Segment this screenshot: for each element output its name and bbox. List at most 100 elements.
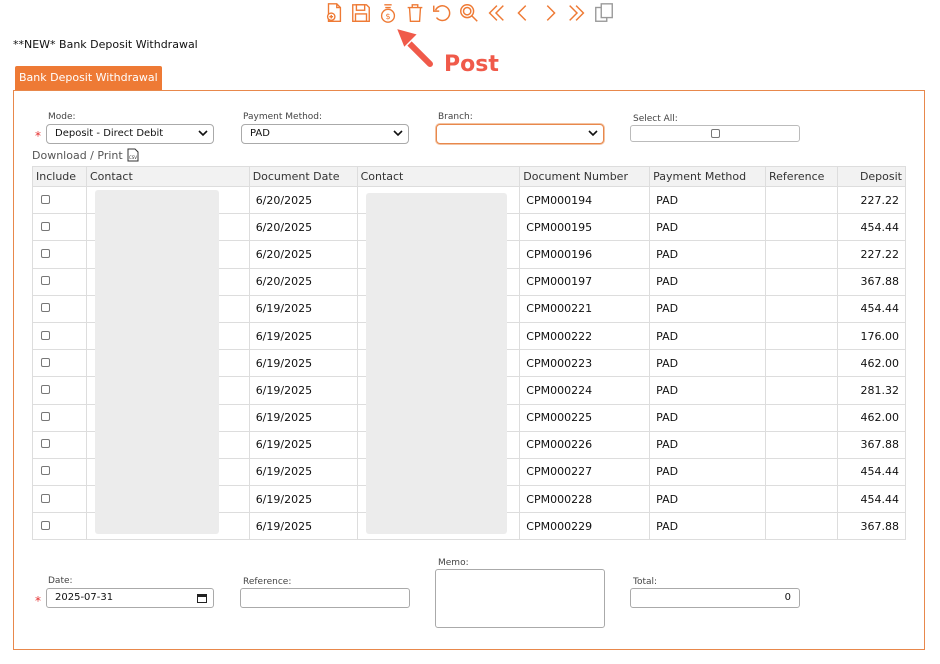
total-label: Total: xyxy=(633,577,658,587)
reference-cell xyxy=(765,430,838,459)
include-checkbox[interactable] xyxy=(41,194,50,204)
page-title: **NEW* Bank Deposit Withdrawal xyxy=(13,38,198,51)
mode-select[interactable]: Deposit - Direct Debit xyxy=(46,124,214,144)
branch-select[interactable] xyxy=(436,124,604,144)
document-number-cell[interactable]: CPM000197 xyxy=(519,267,651,296)
copy-icon[interactable] xyxy=(592,1,615,25)
document-number-cell[interactable]: CPM000223 xyxy=(519,349,651,378)
include-cell xyxy=(32,267,87,296)
document-date-cell: 6/19/2025 xyxy=(248,321,358,351)
col-document-number[interactable]: Document Number xyxy=(519,166,651,187)
include-checkbox[interactable] xyxy=(41,466,50,476)
include-checkbox[interactable] xyxy=(41,412,50,422)
payment-method-select[interactable]: PAD xyxy=(241,124,409,144)
document-date-cell: 6/19/2025 xyxy=(248,403,358,432)
deposit-cell: 281.32 xyxy=(836,376,907,405)
delete-icon[interactable] xyxy=(403,1,426,25)
reference-cell xyxy=(765,213,838,242)
document-date-cell: 6/20/2025 xyxy=(248,240,358,269)
document-number-cell[interactable]: CPM000228 xyxy=(519,485,651,514)
include-cell xyxy=(32,321,87,351)
undo-icon[interactable] xyxy=(430,1,453,25)
first-record-icon[interactable] xyxy=(484,1,507,25)
include-checkbox[interactable] xyxy=(41,357,50,367)
document-number-cell[interactable]: CPM000194 xyxy=(519,185,651,215)
col-contact[interactable]: Contact xyxy=(85,166,250,187)
document-date-cell: 6/19/2025 xyxy=(248,376,358,405)
document-number-cell[interactable]: CPM000222 xyxy=(519,321,651,351)
deposit-cell: 367.88 xyxy=(836,430,907,459)
chevron-down-icon xyxy=(198,130,208,137)
col-contact-2[interactable]: Contact xyxy=(356,166,521,187)
reference-cell xyxy=(765,403,838,432)
include-checkbox[interactable] xyxy=(41,520,50,530)
select-all-checkbox[interactable] xyxy=(710,129,720,138)
document-number-cell[interactable]: CPM000227 xyxy=(519,457,651,487)
next-record-icon[interactable] xyxy=(538,1,561,25)
calendar-icon[interactable] xyxy=(197,593,207,603)
include-checkbox[interactable] xyxy=(41,384,50,394)
post-money-icon[interactable]: $ xyxy=(376,1,399,25)
include-cell xyxy=(32,240,87,269)
new-document-icon[interactable] xyxy=(322,1,345,25)
col-deposit[interactable]: Deposit xyxy=(836,166,907,187)
total-value: 0 xyxy=(784,592,791,603)
col-include[interactable]: Include xyxy=(32,166,87,187)
select-all-label: Select All: xyxy=(633,114,678,124)
svg-text:$: $ xyxy=(385,11,390,21)
reference-cell xyxy=(765,512,838,541)
document-number-cell[interactable]: CPM000221 xyxy=(519,294,651,323)
redacted-contact-area xyxy=(95,190,219,534)
save-icon[interactable] xyxy=(349,1,372,25)
document-number-cell[interactable]: CPM000196 xyxy=(519,240,651,269)
reference-cell xyxy=(765,457,838,487)
document-date-cell: 6/19/2025 xyxy=(248,294,358,323)
table-header-row: Include Contact Document Date Contact Do… xyxy=(32,166,907,187)
chevron-down-icon xyxy=(393,130,403,137)
include-checkbox[interactable] xyxy=(41,493,50,503)
include-checkbox[interactable] xyxy=(41,248,50,258)
download-print-link[interactable]: Download / Print CSV xyxy=(32,148,139,162)
include-cell xyxy=(32,430,87,459)
include-checkbox[interactable] xyxy=(41,439,50,449)
mode-label: Mode: xyxy=(48,112,76,122)
memo-textarea[interactable] xyxy=(435,569,605,628)
include-cell xyxy=(32,512,87,541)
document-date-cell: 6/20/2025 xyxy=(248,185,358,215)
include-checkbox[interactable] xyxy=(41,221,50,231)
payment-method-cell: PAD xyxy=(649,267,767,296)
document-number-cell[interactable]: CPM000224 xyxy=(519,376,651,405)
deposit-cell: 454.44 xyxy=(836,213,907,242)
reference-cell xyxy=(765,321,838,351)
tab-bank-deposit-withdrawal[interactable]: Bank Deposit Withdrawal xyxy=(15,66,162,90)
document-number-cell[interactable]: CPM000195 xyxy=(519,213,651,242)
include-checkbox[interactable] xyxy=(41,276,50,286)
include-checkbox[interactable] xyxy=(41,330,50,340)
total-input[interactable]: 0 xyxy=(630,588,800,608)
document-date-cell: 6/20/2025 xyxy=(248,267,358,296)
search-icon[interactable] xyxy=(457,1,480,25)
include-checkbox[interactable] xyxy=(41,303,50,313)
payment-method-value: PAD xyxy=(250,128,270,139)
payment-method-cell: PAD xyxy=(649,457,767,487)
date-input[interactable]: 2025-07-31 xyxy=(46,588,214,608)
reference-cell xyxy=(765,349,838,378)
payment-method-cell: PAD xyxy=(649,213,767,242)
required-marker: * xyxy=(35,594,41,608)
document-number-cell[interactable]: CPM000225 xyxy=(519,403,651,432)
include-cell xyxy=(32,485,87,514)
document-date-cell: 6/19/2025 xyxy=(248,457,358,487)
document-number-cell[interactable]: CPM000226 xyxy=(519,430,651,459)
payment-method-cell: PAD xyxy=(649,485,767,514)
reference-input[interactable] xyxy=(240,588,410,608)
include-cell xyxy=(32,457,87,487)
col-document-date[interactable]: Document Date xyxy=(248,166,358,187)
col-payment-method[interactable]: Payment Method xyxy=(649,166,767,187)
last-record-icon[interactable] xyxy=(565,1,588,25)
include-cell xyxy=(32,349,87,378)
previous-record-icon[interactable] xyxy=(511,1,534,25)
col-reference[interactable]: Reference xyxy=(765,166,838,187)
deposit-cell: 454.44 xyxy=(836,457,907,487)
include-cell xyxy=(32,294,87,323)
document-number-cell[interactable]: CPM000229 xyxy=(519,512,651,541)
